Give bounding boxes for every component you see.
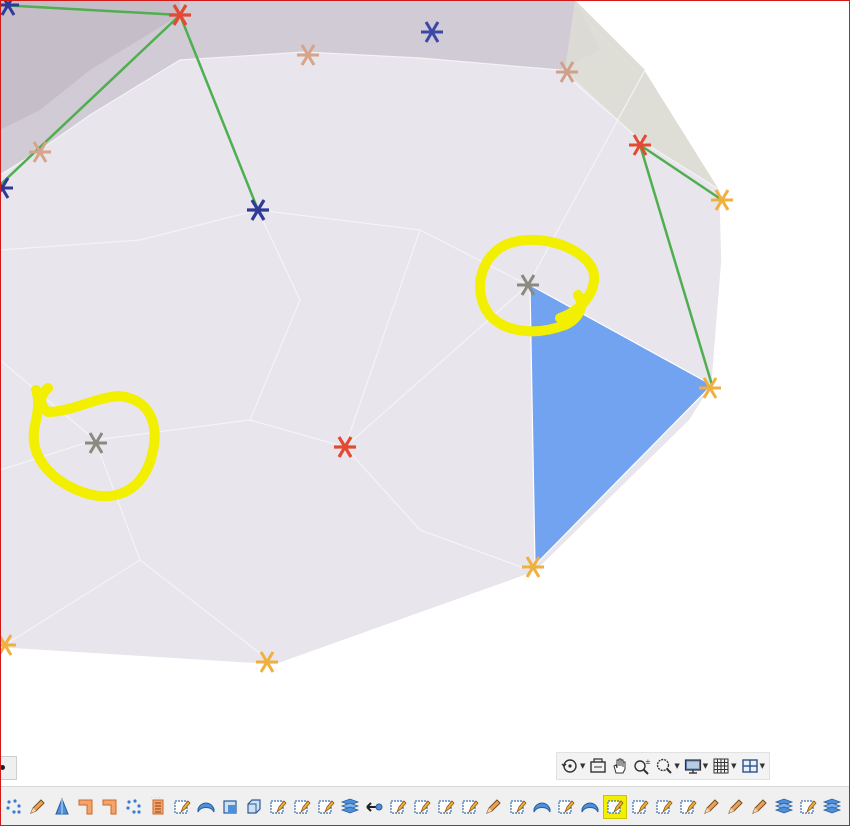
sketch-edit-tool-button[interactable] <box>652 795 676 819</box>
grid-icon <box>713 758 729 774</box>
dropdown-arrow-icon: ▼ <box>702 762 709 770</box>
box-front-tool-button[interactable] <box>218 795 242 819</box>
pencil-edit-icon <box>486 798 501 814</box>
sketch-edit-tool-button[interactable] <box>603 794 627 819</box>
box-front-icon <box>223 799 237 814</box>
bottom-toolbar <box>0 786 850 826</box>
sketch-edit-tool-button[interactable] <box>628 795 652 819</box>
sketch-edit-icon <box>438 799 455 814</box>
fit-view-button[interactable] <box>588 755 608 777</box>
blue-surface-tool-button[interactable] <box>194 795 218 819</box>
zoom-window-icon <box>657 758 673 774</box>
blue-surface-icon <box>581 802 599 812</box>
sketch-edit-icon <box>680 799 697 814</box>
sketch-edit-tool-button[interactable] <box>796 795 820 819</box>
points-dots-icon <box>126 798 141 814</box>
sketch-edit-tool-button[interactable] <box>266 795 290 819</box>
pencil-edit-tool-button[interactable] <box>700 795 724 819</box>
sketch-edit-tool-button[interactable] <box>676 795 700 819</box>
rotate-view-icon <box>561 759 577 773</box>
mesh-scene[interactable] <box>0 0 850 784</box>
zoom-icon: ± <box>634 758 651 775</box>
orange-scale-tool-button[interactable] <box>146 795 170 819</box>
sketch-edit-icon <box>607 799 624 814</box>
sketch-edit-icon <box>558 799 575 814</box>
sketch-edit-tool-button[interactable] <box>458 795 482 819</box>
3d-viewport[interactable] <box>0 0 850 784</box>
sketch-edit-icon <box>294 799 311 814</box>
sketch-edit-tool-button[interactable] <box>506 795 530 819</box>
display-button[interactable]: ▼ <box>683 755 709 777</box>
sketch-edit-icon <box>462 799 479 814</box>
pencil-edit-tool-button[interactable] <box>482 795 506 819</box>
toggle-dot-icon <box>0 765 5 770</box>
sketch-edit-icon <box>414 799 431 814</box>
sketch-edit-icon <box>174 799 191 814</box>
sketch-edit-icon <box>800 799 817 814</box>
rotate-view-button[interactable]: ▼ <box>560 755 586 777</box>
arrow-left-icon <box>366 801 383 812</box>
pencil-edit-tool-button[interactable] <box>724 795 748 819</box>
sketch-edit-icon <box>656 799 673 814</box>
layout-icon <box>741 759 758 773</box>
dropdown-arrow-icon: ▼ <box>731 762 737 770</box>
points-dots-icon <box>6 798 21 814</box>
fit-view-icon <box>590 758 607 773</box>
blue-surface-tool-button[interactable] <box>578 795 602 819</box>
zoom-button[interactable]: ± <box>632 755 652 777</box>
pencil-edit-icon <box>704 798 719 814</box>
box-corner-icon <box>247 798 261 814</box>
pencil-edit-icon <box>728 798 743 814</box>
sketch-edit-icon <box>390 799 407 814</box>
layers-icon <box>822 798 842 813</box>
side-panel-toggle[interactable] <box>0 756 17 780</box>
orange-bracket-icon <box>78 799 93 814</box>
pan-hand-icon <box>613 758 626 774</box>
layers-tool-button[interactable] <box>772 795 796 819</box>
pan-button[interactable] <box>610 755 630 777</box>
blue-surface-icon <box>197 802 215 812</box>
orange-bracket-icon <box>102 799 117 814</box>
layout-button[interactable]: ▼ <box>740 755 766 777</box>
display-monitor-icon <box>684 759 701 774</box>
zoom-window-button[interactable]: ▼ <box>654 755 680 777</box>
dropdown-arrow-icon: ▼ <box>759 762 765 770</box>
pencil-edit-icon <box>30 798 45 814</box>
view-toolbar: ▼ ± ▼ ▼ ▼ ▼ <box>556 752 770 780</box>
pencil-edit-tool-button[interactable] <box>26 795 50 819</box>
blue-surface-icon <box>533 802 551 812</box>
sketch-edit-tool-button[interactable] <box>314 795 338 819</box>
pencil-edit-icon <box>752 798 767 814</box>
blue-surface-tool-button[interactable] <box>530 795 554 819</box>
orange-bracket-tool-button[interactable] <box>98 795 122 819</box>
sketch-edit-tool-button[interactable] <box>170 795 194 819</box>
layers-tool-button[interactable] <box>820 795 844 819</box>
cone-icon <box>55 797 69 814</box>
dropdown-arrow-icon: ▼ <box>674 762 680 770</box>
box-corner-tool-button[interactable] <box>242 795 266 819</box>
sketch-edit-icon <box>510 799 527 814</box>
svg-text:±: ± <box>645 758 651 766</box>
sketch-edit-tool-button[interactable] <box>290 795 314 819</box>
dropdown-arrow-icon: ▼ <box>580 762 586 770</box>
cone-tool-button[interactable] <box>50 795 74 819</box>
layers-icon <box>340 798 360 813</box>
sketch-edit-icon <box>318 799 335 814</box>
orange-scale-icon <box>151 796 164 814</box>
layers-icon <box>774 798 794 813</box>
sketch-edit-icon <box>632 799 649 814</box>
sketch-edit-tool-button[interactable] <box>386 795 410 819</box>
pencil-edit-tool-button[interactable] <box>748 795 772 819</box>
sketch-edit-tool-button[interactable] <box>554 795 578 819</box>
points-dots-tool-button[interactable] <box>2 795 26 819</box>
sketch-edit-tool-button[interactable] <box>434 795 458 819</box>
points-dots-tool-button[interactable] <box>122 795 146 819</box>
layers-tool-button[interactable] <box>338 795 362 819</box>
orange-bracket-tool-button[interactable] <box>74 795 98 819</box>
arrow-left-tool-button[interactable] <box>362 795 386 819</box>
grid-button[interactable]: ▼ <box>711 755 737 777</box>
sketch-edit-icon <box>270 799 287 814</box>
sketch-edit-tool-button[interactable] <box>410 795 434 819</box>
